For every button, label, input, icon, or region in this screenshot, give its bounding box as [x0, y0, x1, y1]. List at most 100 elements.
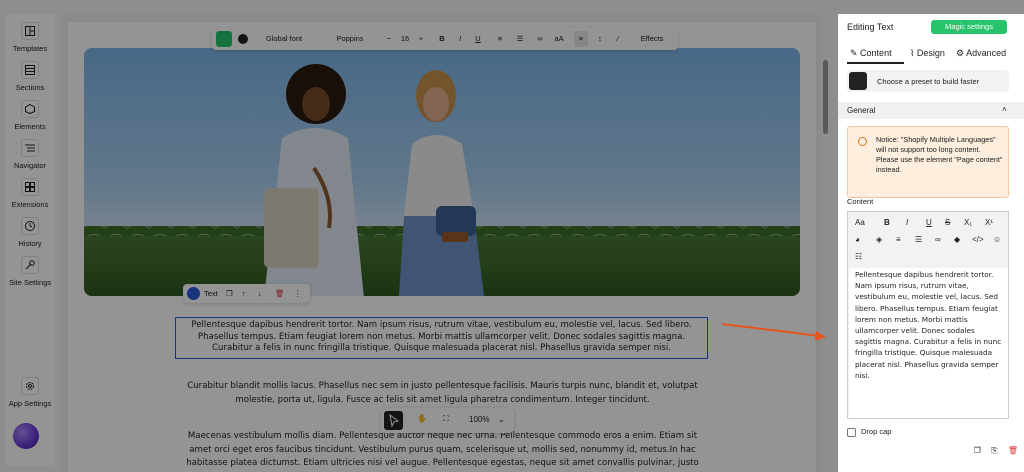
sidebar-item-app-settings[interactable]: App Settings — [5, 377, 55, 408]
bold-button[interactable]: B — [884, 218, 890, 227]
templates-icon — [21, 22, 39, 40]
code-icon[interactable]: </> — [972, 235, 984, 244]
delete-icon[interactable]: 🗑 — [1008, 446, 1018, 455]
woman-left-figure — [264, 64, 364, 296]
move-up-icon[interactable]: ↑ — [242, 289, 246, 298]
general-section-header[interactable]: General ˄ — [838, 102, 1024, 119]
editor-window: Templates Sections Elements Navigator Ex… — [0, 0, 1024, 472]
delete-icon[interactable]: 🗑 — [275, 289, 285, 298]
preset-label: Choose a preset to build faster — [877, 77, 980, 86]
text-paragraph[interactable]: Maecenas vestibulum mollis diam. Pellent… — [180, 430, 705, 471]
gear-icon: ⚙ — [956, 48, 967, 58]
zoom-level[interactable]: 100% — [469, 415, 489, 424]
align-center-icon[interactable]: ≡ — [574, 31, 588, 47]
chevron-down-icon[interactable]: ⌄ — [498, 415, 505, 424]
link-icon[interactable]: ∞ — [534, 28, 546, 50]
text-color-swatch[interactable] — [238, 34, 248, 44]
preset-picker[interactable]: Choose a preset to build faster — [847, 70, 1009, 92]
chevron-up-icon: ˄ — [1002, 105, 1007, 114]
notice-text: Notice: "Shopify Multiple Languages" wil… — [876, 135, 1003, 174]
tab-content[interactable]: ✎ Content — [850, 48, 892, 59]
italic-button[interactable]: I — [454, 28, 466, 50]
hero-image[interactable] — [84, 48, 800, 296]
text-element-icon — [187, 287, 200, 300]
drop-cap-checkbox[interactable]: Drop cap — [847, 427, 891, 437]
gear-icon — [21, 377, 39, 395]
text-case-button[interactable]: aA — [552, 28, 566, 50]
more-options-icon[interactable]: ⋮ — [294, 289, 302, 298]
increase-size-button[interactable]: + — [416, 28, 426, 50]
sidebar-item-sections[interactable]: Sections — [5, 61, 55, 92]
fill-icon[interactable]: ◈ — [876, 235, 882, 244]
sidebar-item-navigator[interactable]: Navigator — [5, 139, 55, 170]
decrease-size-button[interactable]: − — [384, 28, 394, 50]
panel-title: Editing Text — [847, 22, 894, 32]
sidebar-item-label: Sections — [15, 83, 45, 92]
annotation-arrow — [721, 323, 826, 341]
magic-settings-button[interactable]: Magic settings — [931, 20, 1007, 34]
sidebar-item-elements[interactable]: Elements — [5, 100, 55, 131]
fit-screen-icon[interactable]: ⛶ — [443, 414, 449, 424]
move-down-icon[interactable]: ↓ — [258, 289, 262, 298]
selected-text-element[interactable]: Pellentesque dapibus hendrerit tortor. N… — [175, 317, 708, 359]
sidebar-item-site-settings[interactable]: Site Settings — [5, 256, 55, 287]
ordered-list-icon[interactable]: ≡ — [896, 235, 901, 244]
sections-icon — [21, 61, 39, 79]
bold-button[interactable]: B — [436, 28, 448, 50]
font-size-value[interactable]: 16 — [398, 28, 412, 50]
font-size-select[interactable]: Aa — [855, 218, 865, 227]
underline-button[interactable]: U — [472, 28, 484, 50]
tab-advanced[interactable]: ⚙ Advanced — [956, 48, 1006, 59]
line-height-icon[interactable]: ↕ — [594, 28, 606, 50]
sidebar-item-history[interactable]: History — [5, 217, 55, 248]
brush-icon: ⌇ — [910, 48, 917, 58]
left-sidebar: Templates Sections Elements Navigator Ex… — [5, 14, 55, 466]
notice-box: Notice: "Shopify Multiple Languages" wil… — [847, 126, 1009, 198]
hand-tool-icon[interactable]: ✋ — [417, 414, 427, 423]
underline-button[interactable]: U — [926, 218, 932, 227]
select-tool-icon[interactable] — [384, 411, 403, 430]
text-paragraph[interactable]: Curabitur blandit mollis lacus. Phasellu… — [180, 380, 705, 407]
font-family-select[interactable]: Poppins — [320, 28, 380, 50]
eraser-icon[interactable]: ◆ — [954, 235, 960, 244]
content-label: Content — [847, 197, 874, 206]
subscript-button[interactable]: X₁ — [964, 218, 972, 227]
sidebar-item-label: Navigator — [13, 161, 47, 170]
bullet-list-icon[interactable]: ☰ — [915, 235, 922, 244]
editor-text-area[interactable]: Pellentesque dapibus hendrerit tortor. N… — [849, 268, 1008, 418]
color-picker-button[interactable] — [216, 31, 232, 47]
history-icon — [21, 217, 39, 235]
palette-icon[interactable]: ◕ — [855, 235, 860, 244]
sidebar-item-label: App Settings — [8, 399, 52, 408]
sidebar-item-templates[interactable]: Templates — [5, 22, 55, 53]
avatar[interactable] — [13, 423, 39, 449]
ordered-list-icon[interactable]: ≡ — [494, 28, 506, 50]
bullet-list-icon[interactable]: ☰ — [514, 28, 526, 50]
global-font-button[interactable]: Global font — [264, 28, 304, 50]
effects-button[interactable]: Effects — [632, 28, 672, 50]
clear-format-icon[interactable]: ⁄ — [612, 28, 624, 50]
tab-design[interactable]: ⌇ Design — [910, 48, 945, 59]
duplicate-icon[interactable]: ❐ — [226, 289, 233, 298]
woman-right-figure — [399, 70, 484, 296]
copy-icon[interactable]: ❐ — [974, 446, 981, 455]
italic-button[interactable]: I — [906, 218, 908, 227]
navigator-icon — [21, 139, 39, 157]
extensions-icon — [21, 178, 39, 196]
duplicate-icon[interactable]: ⎘ — [991, 446, 997, 455]
sidebar-item-label: Extensions — [11, 200, 49, 209]
database-icon[interactable]: ☷ — [855, 252, 862, 261]
sidebar-item-extensions[interactable]: Extensions — [5, 178, 55, 209]
sidebar-item-label: History — [18, 239, 42, 248]
emoji-icon[interactable]: ☺ — [993, 235, 1001, 244]
link-icon[interactable]: ∞ — [935, 235, 941, 244]
superscript-button[interactable]: X¹ — [985, 218, 993, 227]
elements-icon — [21, 100, 39, 118]
strikethrough-button[interactable]: S — [945, 218, 950, 227]
pencil-icon: ✎ — [850, 48, 861, 58]
canvas-scrollbar[interactable] — [823, 60, 828, 134]
checkbox — [847, 427, 856, 437]
rich-text-editor: Aa B I U S X₁ X¹ ◕ ◈ ≡ ☰ ∞ ◆ </> ☺ ☷ Pel… — [847, 211, 1009, 419]
sidebar-item-label: Templates — [12, 44, 48, 53]
element-toolbar: Text ❐ ↑ ↓ 🗑 ⋮ — [183, 284, 310, 303]
